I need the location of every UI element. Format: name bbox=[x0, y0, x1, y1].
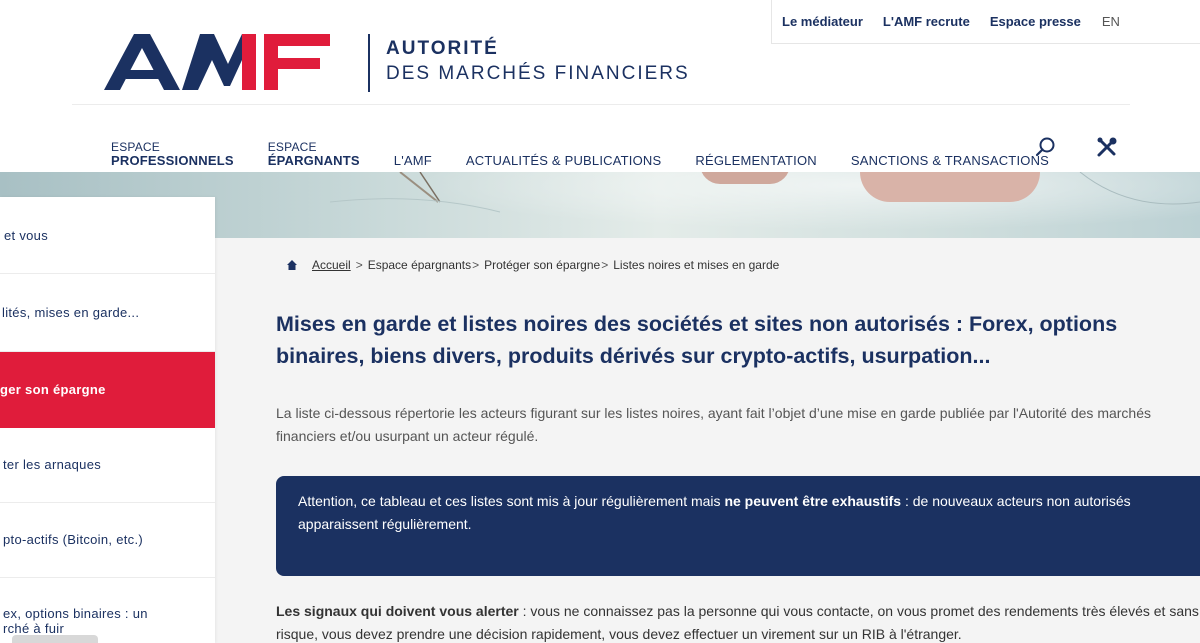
page: Le médiateur L'AMF recrute Espace presse… bbox=[0, 0, 1200, 643]
sidebar-item-label: pto-actifs (Bitcoin, etc.) bbox=[3, 532, 144, 547]
breadcrumb: Accueil > Espace épargnants > Protéger s… bbox=[286, 258, 779, 272]
sidebar-item-label-2: rché à fuir bbox=[3, 621, 65, 636]
logo-separator bbox=[368, 34, 370, 92]
nav-espace-professionnels[interactable]: ESPACE PROFESSIONNELS bbox=[111, 140, 234, 168]
presse-link[interactable]: Espace presse bbox=[990, 14, 1081, 29]
nav-espace-epargnants[interactable]: ESPACE ÉPARGNANTS bbox=[268, 140, 360, 168]
tools-icon[interactable] bbox=[1096, 136, 1120, 160]
nav-pro-small: ESPACE bbox=[111, 140, 160, 154]
nav-reglementation[interactable]: RÉGLEMENTATION bbox=[695, 154, 817, 168]
amf-logo[interactable]: AUTORITÉ DES MARCHÉS FINANCIERS bbox=[104, 30, 724, 96]
alert-text-1: Attention, ce tableau et ces listes sont… bbox=[298, 493, 725, 509]
sidebar-item-label: ger son épargne bbox=[0, 382, 106, 397]
utility-bar: Le médiateur L'AMF recrute Espace presse… bbox=[771, 0, 1200, 44]
mediateur-link[interactable]: Le médiateur bbox=[782, 14, 863, 29]
breadcrumb-separator: > bbox=[355, 258, 363, 272]
nav-epar-strong: ÉPARGNANTS bbox=[267, 153, 360, 168]
breadcrumb-separator: > bbox=[601, 258, 609, 272]
sidebar-item-4[interactable]: ter les arnaques bbox=[0, 428, 215, 503]
sidebar-item-6[interactable]: ex, options binaires : un rché à fuir bbox=[0, 578, 215, 643]
signals-bold: Les signaux qui doivent vous alerter bbox=[276, 603, 519, 619]
sidebar-item-label: lités, mises en garde... bbox=[2, 305, 140, 320]
sidebar-item-proteger-epargne[interactable]: ger son épargne bbox=[0, 352, 215, 428]
logo-line-1: AUTORITÉ bbox=[386, 38, 499, 59]
breadcrumb-home[interactable]: Accueil bbox=[312, 258, 351, 272]
sidebar-scrollbar[interactable] bbox=[12, 635, 98, 643]
nav-pro-strong: PROFESSIONNELS bbox=[111, 153, 234, 168]
logo-line-2: DES MARCHÉS FINANCIERS bbox=[386, 63, 690, 84]
nav-actualites[interactable]: ACTUALITÉS & PUBLICATIONS bbox=[466, 154, 661, 168]
sidebar-item-label: ex, options binaires : un bbox=[3, 606, 148, 621]
nav-amf[interactable]: L'AMF bbox=[394, 154, 432, 168]
home-icon[interactable] bbox=[286, 259, 298, 271]
sidebar-item-5[interactable]: pto-actifs (Bitcoin, etc.) bbox=[0, 503, 215, 578]
main-nav: ESPACE PROFESSIONNELS ESPACE ÉPARGNANTS … bbox=[111, 128, 1083, 168]
language-switch[interactable]: EN bbox=[1102, 14, 1120, 29]
sidebar: et vous lités, mises en garde... ger son… bbox=[0, 197, 215, 643]
breadcrumb-current: Listes noires et mises en garde bbox=[613, 258, 780, 272]
breadcrumb-proteger[interactable]: Protéger son épargne bbox=[484, 258, 600, 272]
alert-box: Attention, ce tableau et ces listes sont… bbox=[276, 476, 1200, 576]
amf-logo-mark bbox=[104, 34, 330, 90]
header-divider bbox=[72, 104, 1130, 105]
sidebar-item-label: ter les arnaques bbox=[3, 457, 102, 472]
intro-text: La liste ci-dessous répertorie les acteu… bbox=[276, 405, 1152, 444]
signals-text: Les signaux qui doivent vous alerter : v… bbox=[276, 600, 1200, 643]
breadcrumb-espace-epargnants[interactable]: Espace épargnants bbox=[368, 258, 471, 272]
page-title: Mises en garde et listes noires des soci… bbox=[276, 312, 1118, 368]
alert-text-bold: ne peuvent être exhaustifs bbox=[724, 493, 902, 509]
search-icon[interactable] bbox=[1034, 136, 1058, 160]
sidebar-item-2[interactable]: lités, mises en garde... bbox=[0, 274, 215, 352]
nav-epar-small: ESPACE bbox=[267, 140, 317, 154]
sidebar-item-1[interactable]: et vous bbox=[0, 197, 215, 274]
breadcrumb-separator: > bbox=[472, 258, 480, 272]
sidebar-item-label: et vous bbox=[4, 228, 49, 243]
recrute-link[interactable]: L'AMF recrute bbox=[883, 14, 970, 29]
nav-sanctions[interactable]: SANCTIONS & TRANSACTIONS bbox=[851, 154, 1049, 168]
